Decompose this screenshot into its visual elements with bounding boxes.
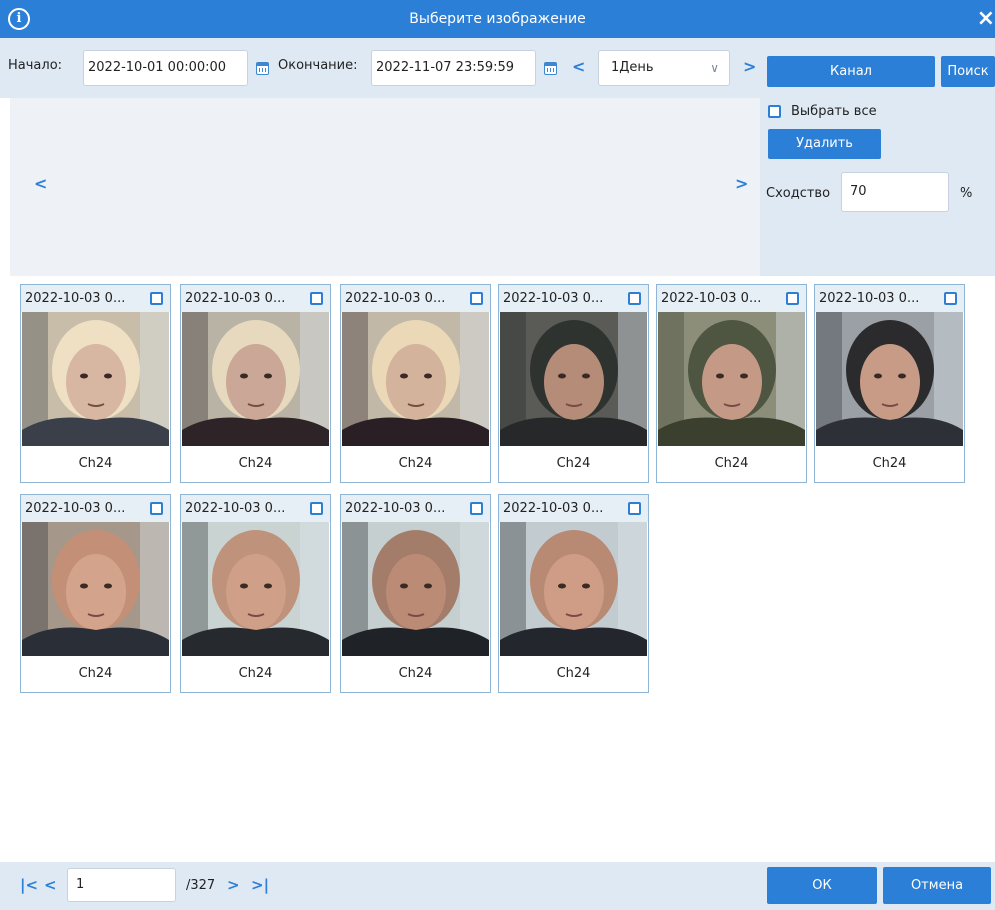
title-bar: i Выберите изображение ×: [0, 0, 995, 38]
result-channel: Ch24: [78, 456, 113, 471]
result-photo[interactable]: [500, 312, 647, 446]
end-label: Окончание:: [278, 58, 358, 73]
preview-prev-icon[interactable]: <: [34, 174, 47, 193]
start-datetime-field[interactable]: 2022-10-01 00:00:00: [83, 50, 248, 86]
search-button[interactable]: Поиск: [941, 56, 995, 87]
start-calendar-icon[interactable]: [256, 62, 269, 75]
period-select-value: 1День: [611, 60, 654, 75]
prev-period-icon[interactable]: <: [572, 57, 585, 76]
result-card[interactable]: 2022-10-03 0... Ch24: [498, 494, 649, 693]
result-checkbox[interactable]: [150, 292, 163, 305]
start-label: Начало:: [8, 58, 63, 73]
chevron-down-icon: ∨: [710, 61, 719, 75]
options-panel: Выбрать все Удалить Сходство 70 %: [760, 98, 995, 276]
result-channel: Ch24: [238, 456, 273, 471]
similarity-label: Сходство: [766, 186, 831, 201]
result-checkbox[interactable]: [628, 292, 641, 305]
period-select[interactable]: 1День ∨: [598, 50, 730, 86]
channel-button[interactable]: Канал: [767, 56, 935, 87]
result-channel: Ch24: [238, 666, 273, 681]
result-channel: Ch24: [714, 456, 749, 471]
last-page-icon[interactable]: >|: [251, 876, 269, 894]
result-checkbox[interactable]: [944, 292, 957, 305]
result-channel: Ch24: [556, 666, 591, 681]
filter-toolbar: Начало: 2022-10-01 00:00:00 Окончание: 2…: [0, 38, 995, 98]
result-photo[interactable]: [658, 312, 805, 446]
cancel-button[interactable]: Отмена: [883, 867, 991, 904]
footer-bar: |< < 1 /327 > >| ОК Отмена: [0, 862, 995, 910]
close-icon[interactable]: ×: [965, 2, 995, 36]
result-timestamp: 2022-10-03 0...: [341, 285, 490, 312]
delete-button[interactable]: Удалить: [768, 129, 881, 159]
prev-page-icon[interactable]: <: [44, 876, 57, 894]
results-grid: 2022-10-03 0... Ch24 2022-10-03 0... Ch24 20…: [10, 276, 995, 862]
result-checkbox[interactable]: [310, 292, 323, 305]
result-card[interactable]: 2022-10-03 0... Ch24: [180, 494, 331, 693]
result-photo[interactable]: [22, 312, 169, 446]
end-datetime-field[interactable]: 2022-11-07 23:59:59: [371, 50, 536, 86]
result-card[interactable]: 2022-10-03 0... Ch24: [656, 284, 807, 483]
result-checkbox[interactable]: [470, 502, 483, 515]
result-checkbox[interactable]: [470, 292, 483, 305]
result-card[interactable]: 2022-10-03 0... Ch24: [180, 284, 331, 483]
preview-next-icon[interactable]: >: [735, 174, 748, 193]
end-calendar-icon[interactable]: [544, 62, 557, 75]
result-card[interactable]: 2022-10-03 0... Ch24: [340, 284, 491, 483]
result-card[interactable]: 2022-10-03 0... Ch24: [20, 284, 171, 483]
result-card[interactable]: 2022-10-03 0... Ch24: [340, 494, 491, 693]
result-channel: Ch24: [398, 456, 433, 471]
ok-button[interactable]: ОК: [767, 867, 877, 904]
total-pages: /327: [186, 878, 216, 893]
next-period-icon[interactable]: >: [743, 57, 756, 76]
page-number-input[interactable]: 1: [67, 868, 176, 902]
result-checkbox[interactable]: [310, 502, 323, 515]
next-page-icon[interactable]: >: [227, 876, 240, 894]
select-all-checkbox[interactable]: [768, 105, 781, 118]
result-card[interactable]: 2022-10-03 0... Ch24: [20, 494, 171, 693]
result-timestamp: 2022-10-03 0...: [815, 285, 964, 312]
result-timestamp: 2022-10-03 0...: [21, 285, 170, 312]
select-image-dialog: i Выберите изображение × Начало: 2022-10…: [0, 0, 995, 910]
percent-sign: %: [960, 186, 973, 201]
result-photo[interactable]: [342, 312, 489, 446]
result-timestamp: 2022-10-03 0...: [499, 285, 648, 312]
result-photo[interactable]: [816, 312, 963, 446]
result-channel: Ch24: [398, 666, 433, 681]
result-timestamp: 2022-10-03 0...: [21, 495, 170, 522]
result-timestamp: 2022-10-03 0...: [499, 495, 648, 522]
result-checkbox[interactable]: [786, 292, 799, 305]
result-checkbox[interactable]: [628, 502, 641, 515]
result-channel: Ch24: [872, 456, 907, 471]
similarity-input[interactable]: 70: [841, 172, 949, 212]
select-all-label: Выбрать все: [791, 104, 877, 119]
preview-area: < >: [10, 98, 760, 276]
dialog-title: Выберите изображение: [409, 11, 586, 27]
first-page-icon[interactable]: |<: [20, 876, 38, 894]
result-photo[interactable]: [182, 312, 329, 446]
result-channel: Ch24: [78, 666, 113, 681]
result-photo[interactable]: [500, 522, 647, 656]
result-photo[interactable]: [342, 522, 489, 656]
result-timestamp: 2022-10-03 0...: [657, 285, 806, 312]
result-channel: Ch24: [556, 456, 591, 471]
result-photo[interactable]: [22, 522, 169, 656]
result-checkbox[interactable]: [150, 502, 163, 515]
result-timestamp: 2022-10-03 0...: [181, 285, 330, 312]
result-card[interactable]: 2022-10-03 0... Ch24: [498, 284, 649, 483]
result-timestamp: 2022-10-03 0...: [181, 495, 330, 522]
result-timestamp: 2022-10-03 0...: [341, 495, 490, 522]
result-photo[interactable]: [182, 522, 329, 656]
result-card[interactable]: 2022-10-03 0... Ch24: [814, 284, 965, 483]
